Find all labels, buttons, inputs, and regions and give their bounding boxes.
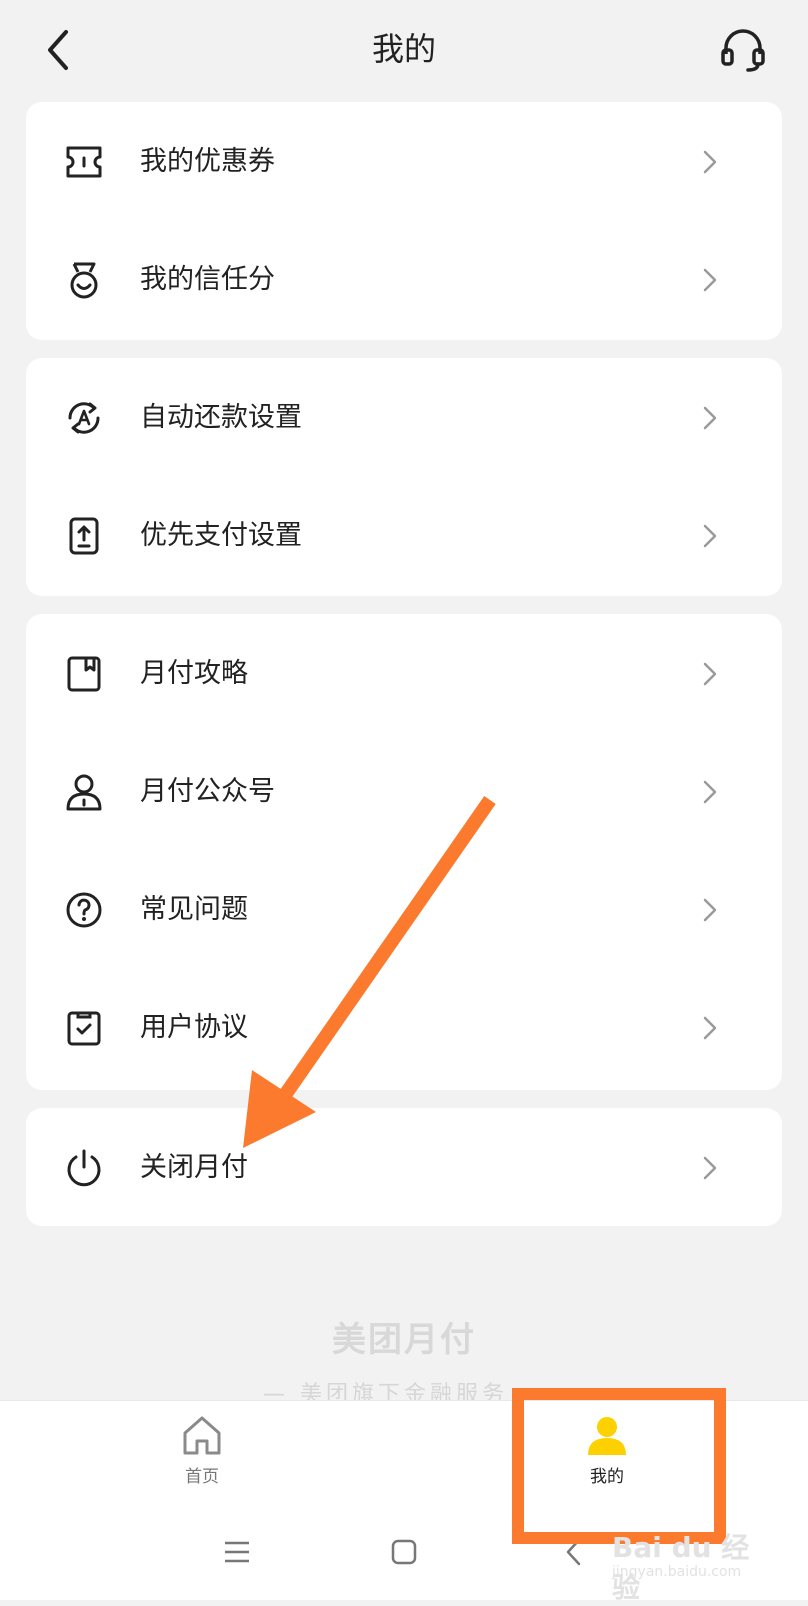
chevron-right-icon	[703, 662, 717, 686]
chevron-right-icon	[703, 524, 717, 548]
menu-item-user-agreement[interactable]: 用户协议	[26, 968, 782, 1088]
menu-item-label: 用户协议	[140, 1012, 248, 1043]
chevron-right-icon	[703, 1016, 717, 1040]
menu-item-label: 自动还款设置	[140, 402, 302, 433]
menu-item-faq[interactable]: 常见问题	[26, 850, 782, 970]
menu-item-official-account[interactable]: 月付公众号	[26, 732, 782, 852]
bookmark-icon	[67, 656, 101, 692]
annotation-highlight-box	[512, 1388, 726, 1544]
menu-item-label: 优先支付设置	[140, 520, 302, 551]
menu-item-label: 我的信任分	[140, 264, 275, 295]
menu-icon[interactable]	[217, 1532, 257, 1572]
menu-item-priority-payment[interactable]: 优先支付设置	[26, 476, 782, 596]
menu-item-label: 常见问题	[140, 894, 248, 925]
priority-pay-icon	[69, 517, 99, 555]
menu-item-label: 月付攻略	[140, 658, 248, 689]
customer-service-button[interactable]	[718, 24, 768, 76]
watermark: Bai du 经验 jingyan.baidu.com	[612, 1526, 772, 1604]
page-title: 我的	[371, 30, 436, 68]
medal-icon	[70, 262, 98, 299]
menu-item-label: 关闭月付	[140, 1152, 248, 1183]
home-square-icon[interactable]	[384, 1532, 424, 1572]
menu-item-close-monthly-pay[interactable]: 关闭月付	[26, 1108, 782, 1226]
question-icon	[66, 892, 102, 928]
chevron-right-icon	[703, 150, 717, 174]
home-icon	[183, 1416, 221, 1455]
menu-item-auto-repay[interactable]: 自动还款设置	[26, 358, 782, 478]
power-icon	[67, 1149, 101, 1187]
menu-item-coupons[interactable]: 我的优惠券	[26, 102, 782, 222]
person-icon	[66, 774, 102, 811]
clipboard-check-icon	[67, 1011, 101, 1046]
coupon-icon	[66, 146, 102, 178]
card-info: 月付攻略 月付公众号 常见问题 用户协议	[26, 614, 782, 1090]
card-payment-settings: 自动还款设置 优先支付设置	[26, 358, 782, 596]
headset-icon	[721, 29, 765, 72]
card-close: 关闭月付	[26, 1108, 782, 1226]
chevron-right-icon	[703, 1156, 717, 1180]
chevron-right-icon	[703, 268, 717, 292]
tab-home[interactable]: 首页	[122, 1401, 282, 1503]
menu-item-label: 月付公众号	[140, 776, 275, 807]
menu-item-label: 我的优惠券	[140, 146, 275, 177]
footer-brand: 美团月付	[332, 1320, 476, 1360]
card-account: 我的优惠券 我的信任分	[26, 102, 782, 340]
chevron-right-icon	[703, 780, 717, 804]
menu-item-guide[interactable]: 月付攻略	[26, 614, 782, 734]
menu-item-trust-score[interactable]: 我的信任分	[26, 220, 782, 340]
tab-home-label: 首页	[185, 1467, 219, 1487]
header: 我的	[0, 0, 808, 100]
auto-repay-icon	[68, 402, 100, 434]
chevron-right-icon	[703, 406, 717, 430]
chevron-right-icon	[703, 898, 717, 922]
watermark-url: jingyan.baidu.com	[612, 1564, 742, 1580]
